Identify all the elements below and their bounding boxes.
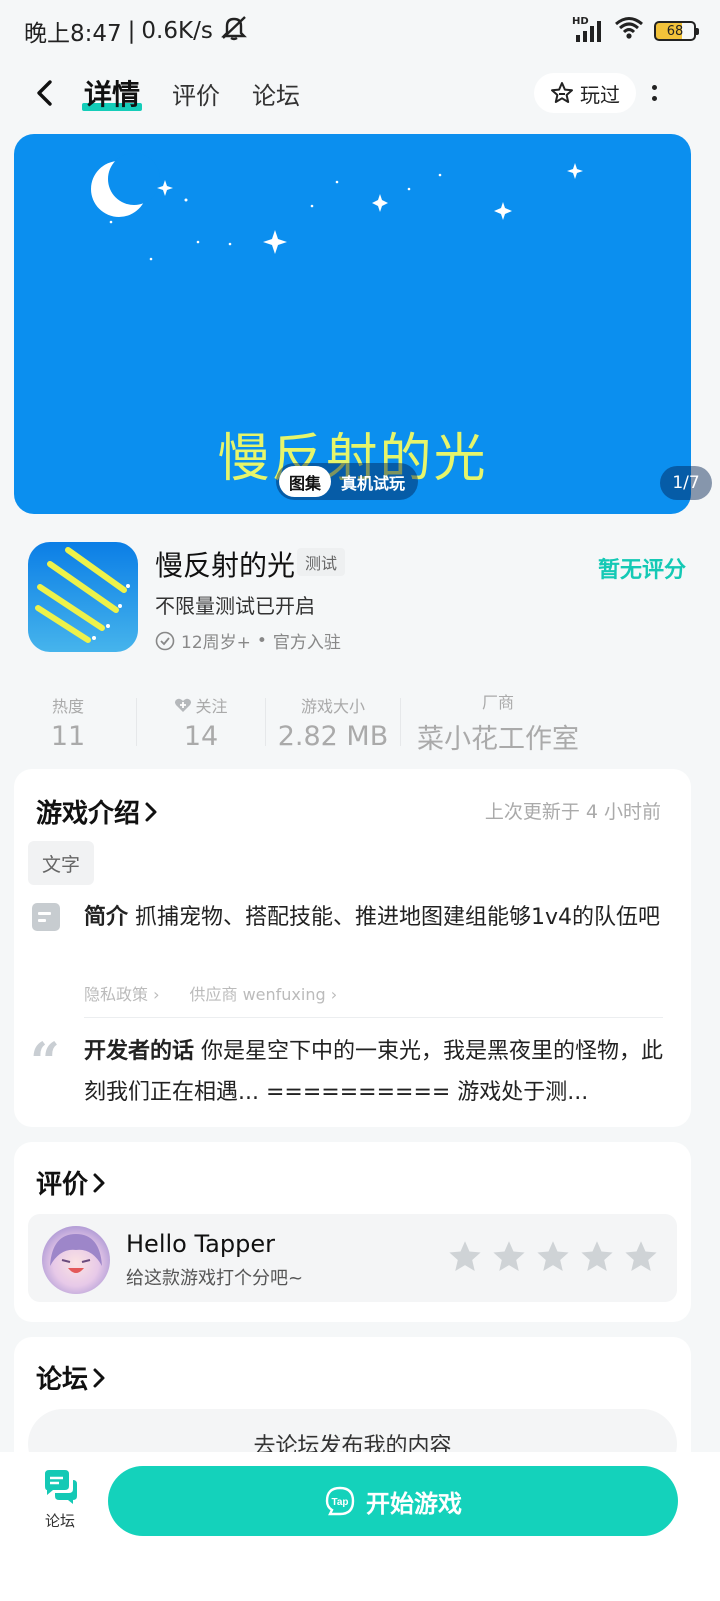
check-circle-icon xyxy=(155,631,175,650)
chevron-right-icon xyxy=(93,1173,105,1192)
description-body: 抓捕宠物、搭配技能、推进地图建组能够1v4的队伍吧 xyxy=(135,905,661,930)
stat-heat-label: 热度 xyxy=(51,696,84,716)
tab-device-trial[interactable]: 真机试玩 xyxy=(331,466,415,497)
description-text[interactable]: 简介 抓捕宠物、搭配技能、推进地图建组能够1v4的队伍吧 xyxy=(84,897,664,938)
review-title[interactable]: 评价 xyxy=(36,1164,106,1201)
review-title-text: 评价 xyxy=(36,1170,89,1200)
stat-size: 游戏大小 2.82 MB xyxy=(266,676,400,768)
policy-links: 隐私政策 › 供应商 wenfuxing › xyxy=(84,981,337,1005)
stat-heat-value: 11 xyxy=(50,720,86,752)
game-meta: 12周岁+ • 官方入驻 xyxy=(155,628,341,653)
forum-shortcut[interactable]: 论坛 xyxy=(30,1470,90,1531)
star-icon[interactable] xyxy=(447,1239,483,1275)
privacy-policy-link[interactable]: 隐私政策 › xyxy=(84,981,160,1005)
rate-game-row[interactable]: Hello Tapper 给这款游戏打个分吧~ xyxy=(28,1214,677,1302)
mute-icon xyxy=(219,15,249,47)
chevron-right-icon xyxy=(145,802,157,821)
game-icon xyxy=(28,542,138,652)
start-game-button[interactable]: Tap 开始游戏 xyxy=(108,1466,678,1536)
intro-card: 游戏介绍 上次更新于 4 小时前 文字 简介 抓捕宠物、搭配技能、推进地图建组能… xyxy=(14,769,691,1127)
battery-icon: 68 xyxy=(654,21,699,41)
supplier-link[interactable]: 供应商 wenfuxing › xyxy=(190,981,338,1005)
developer-note-label: 开发者的话 xyxy=(84,1039,195,1064)
description-label: 简介 xyxy=(84,905,129,930)
chevron-left-icon xyxy=(37,80,52,106)
meta-dot: • xyxy=(256,630,267,651)
banner-page-counter: 1/7 xyxy=(660,466,712,500)
stat-follow[interactable]: 关注 14 xyxy=(137,676,265,768)
signal-icon: HD xyxy=(572,16,604,43)
wifi-icon xyxy=(614,16,644,46)
forum-shortcut-label: 论坛 xyxy=(44,1512,75,1530)
stat-developer-value: 菜小花工作室 xyxy=(417,723,579,755)
status-net-speed: 0.6K/s xyxy=(141,18,213,44)
star-rating[interactable] xyxy=(447,1239,659,1275)
game-subtitle: 不限量测试已开启 xyxy=(155,594,315,618)
status-left: 晚上8:47 | 0.6K/s xyxy=(24,14,249,48)
tab-forum[interactable]: 论坛 xyxy=(252,76,300,111)
bottom-bar: 论坛 Tap 开始游戏 xyxy=(0,1452,720,1601)
updated-time: 上次更新于 4 小时前 xyxy=(484,801,661,823)
stat-size-label: 游戏大小 xyxy=(300,696,365,716)
tag-chip[interactable]: 文字 xyxy=(28,841,95,885)
age-rating: 12周岁+ xyxy=(181,633,251,653)
chevron-right-icon xyxy=(93,1368,105,1387)
developer-note[interactable]: 开发者的话 你是星空下中的一束光，我是黑夜里的怪物，此刻我们正在相遇... ==… xyxy=(84,1031,664,1113)
divider xyxy=(84,1017,663,1018)
supplier-text: 供应商 wenfuxing xyxy=(189,985,326,1004)
game-name: 慢反射的光 xyxy=(155,549,296,582)
media-banner[interactable]: 慢反射的光 xyxy=(14,134,691,514)
review-card: 评价 Hello Tapper 给这款游戏打个分吧~ xyxy=(14,1142,691,1322)
quote-icon: “ xyxy=(30,1032,60,1093)
stat-size-value: 2.82 MB xyxy=(277,720,389,752)
stat-follow-label: 关注 xyxy=(195,696,228,716)
game-info: 慢反射的光 测试 不限量测试已开启 12周岁+ • 官方入驻 暂无评分 xyxy=(0,530,720,670)
user-name: Hello Tapper xyxy=(126,1230,275,1258)
avatar xyxy=(42,1226,110,1294)
svg-text:Tap: Tap xyxy=(331,1497,348,1508)
star-icon[interactable] xyxy=(535,1239,571,1275)
tap-logo-icon: Tap xyxy=(325,1486,355,1516)
test-badge: 测试 xyxy=(297,548,346,576)
status-time: 晚上8:47 xyxy=(24,21,122,47)
back-button[interactable] xyxy=(24,73,64,113)
tab-details[interactable]: 详情 xyxy=(81,73,143,113)
privacy-policy-text: 隐私政策 xyxy=(84,985,149,1004)
star-icon[interactable] xyxy=(623,1239,659,1275)
battery-level: 68 xyxy=(666,23,684,39)
heart-plus-icon xyxy=(175,698,192,712)
more-menu-button[interactable] xyxy=(644,74,664,112)
status-bar: 晚上8:47 | 0.6K/s HD 68 xyxy=(0,0,720,62)
rate-hint: 给这款游戏打个分吧~ xyxy=(126,1268,304,1289)
intro-title-text: 游戏介绍 xyxy=(36,799,141,829)
banner-mode-switch[interactable]: 图集 真机试玩 xyxy=(276,463,419,500)
rating-text[interactable]: 暂无评分 xyxy=(598,552,686,584)
stat-developer-label: 厂商 xyxy=(481,692,514,712)
stat-developer[interactable]: 厂商 菜小花工作室 xyxy=(401,676,595,768)
start-game-label: 开始游戏 xyxy=(366,1489,462,1518)
official-label: 官方入驻 xyxy=(272,633,341,653)
forum-chat-icon xyxy=(45,1470,77,1504)
tab-gallery[interactable]: 图集 xyxy=(279,466,332,497)
stat-heat: 热度 11 xyxy=(0,676,136,768)
forum-title[interactable]: 论坛 xyxy=(36,1359,106,1396)
more-dot xyxy=(651,85,657,90)
stat-follow-value: 14 xyxy=(183,720,219,752)
status-separator: | xyxy=(127,18,136,44)
more-dot xyxy=(651,96,657,101)
stats-row: 热度 11 关注 14 游戏大小 2.82 MB 厂商 菜小花工作室 xyxy=(0,676,720,768)
top-nav: 详情 评价 论坛 玩过 xyxy=(0,62,720,124)
description-icon xyxy=(32,903,60,931)
star-outline-icon xyxy=(551,82,573,103)
tab-reviews[interactable]: 评价 xyxy=(172,76,220,111)
star-icon[interactable] xyxy=(579,1239,615,1275)
stat-follow-label-wrap: 关注 xyxy=(174,693,228,717)
intro-title[interactable]: 游戏介绍 xyxy=(36,793,158,830)
played-button[interactable]: 玩过 xyxy=(534,73,636,113)
forum-title-text: 论坛 xyxy=(36,1365,89,1395)
played-label: 玩过 xyxy=(580,82,620,107)
status-right: HD 68 xyxy=(572,16,699,46)
star-icon[interactable] xyxy=(491,1239,527,1275)
